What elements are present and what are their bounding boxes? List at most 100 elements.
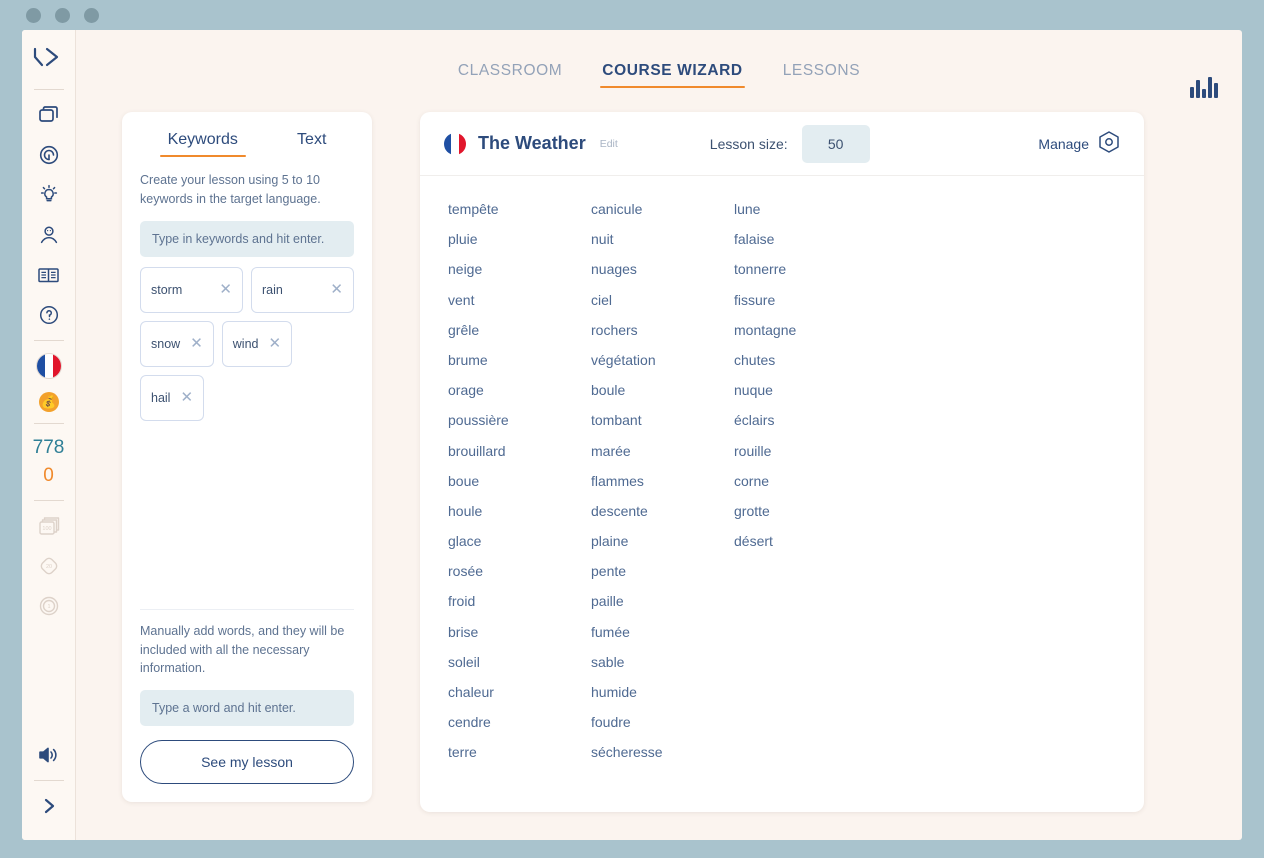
lesson-word[interactable]: brouillard [448, 443, 591, 474]
sound-toggle-button[interactable] [22, 735, 76, 775]
lesson-word[interactable]: tonnerre [734, 262, 877, 292]
logo-chevrons-icon[interactable] [22, 30, 76, 84]
lesson-word[interactable]: froid [448, 594, 591, 624]
lesson-word[interactable]: marée [591, 443, 734, 474]
window-maximize-dot[interactable] [84, 7, 99, 23]
lesson-word[interactable]: humide [591, 685, 734, 715]
lesson-word[interactable]: cendre [448, 715, 591, 745]
lesson-word[interactable]: descente [591, 504, 734, 534]
sidebar-item-cards[interactable] [22, 95, 76, 135]
lesson-word[interactable]: fumée [591, 625, 734, 655]
lesson-word[interactable]: vent [448, 293, 591, 323]
lesson-word[interactable]: montagne [734, 323, 877, 353]
lesson-word[interactable]: rosée [448, 564, 591, 594]
badge-20-icon[interactable]: 20 [22, 546, 76, 586]
sidebar-item-practice[interactable] [22, 135, 76, 175]
keyword-chip[interactable]: snow ✕ [140, 320, 214, 367]
keywords-helper-text: Create your lesson using 5 to 10 keyword… [140, 173, 321, 206]
see-my-lesson-button[interactable]: See my lesson [140, 740, 354, 784]
lesson-word[interactable]: pluie [448, 232, 591, 262]
close-icon[interactable]: ✕ [219, 282, 232, 297]
manual-helper-text: Manually add words, and they will be inc… [140, 623, 345, 676]
lesson-word[interactable]: neige [448, 262, 591, 292]
keyword-chip-label: hail [151, 390, 171, 405]
lesson-word[interactable]: ciel [591, 293, 734, 323]
sidebar-language-flag-icon[interactable] [22, 346, 76, 386]
lesson-word[interactable]: flammes [591, 474, 734, 504]
sidebar-coin-icon[interactable]: 💰 [22, 386, 76, 418]
close-icon[interactable]: ✕ [268, 336, 281, 351]
word-column-1: tempête pluie neige vent grêle brume orage pous… [448, 202, 591, 776]
lesson-word[interactable]: canicule [591, 202, 734, 232]
lesson-word[interactable]: grêle [448, 323, 591, 353]
lesson-size-input[interactable]: 50 [801, 124, 870, 163]
keyword-chip[interactable]: wind ✕ [221, 320, 293, 367]
lesson-word[interactable]: nuages [591, 262, 734, 292]
window-minimize-dot[interactable] [55, 7, 70, 23]
panel-tab-keywords[interactable]: Keywords [159, 130, 247, 158]
lesson-word[interactable]: éclairs [734, 413, 877, 443]
keyword-chip-label: rain [262, 282, 283, 297]
close-icon[interactable]: ✕ [180, 390, 193, 405]
manual-word-input[interactable]: Type a word and hit enter. [140, 690, 354, 726]
lesson-word[interactable]: tombant [591, 413, 734, 443]
lesson-word[interactable]: désert [734, 534, 877, 564]
keyword-input[interactable]: Type in keywords and hit enter. [140, 220, 354, 257]
lesson-word[interactable]: boue [448, 474, 591, 504]
lesson-word[interactable]: paille [591, 594, 734, 624]
hexagon-gear-icon [1098, 130, 1120, 157]
lesson-word[interactable]: fissure [734, 293, 877, 323]
sidebar-item-profile[interactable] [22, 215, 76, 255]
lesson-word[interactable]: tempête [448, 202, 591, 232]
keywords-section: Create your lesson using 5 to 10 keyword… [122, 157, 372, 257]
lesson-word[interactable]: nuit [591, 232, 734, 262]
lesson-word[interactable]: falaise [734, 232, 877, 262]
sidebar-item-help[interactable] [22, 295, 76, 335]
sidebar-item-library[interactable] [22, 255, 76, 295]
lesson-word[interactable]: corne [734, 474, 877, 504]
lesson-word[interactable]: grotte [734, 504, 877, 534]
lesson-word[interactable]: brise [448, 625, 591, 655]
close-icon[interactable]: ✕ [330, 282, 343, 297]
lesson-word[interactable]: nuque [734, 383, 877, 413]
bar-chart-icon[interactable] [1190, 76, 1218, 98]
lesson-word[interactable]: terre [448, 745, 591, 775]
tab-classroom[interactable]: CLASSROOM [456, 62, 564, 95]
lesson-word[interactable]: boule [591, 383, 734, 413]
lesson-word[interactable]: sécheresse [591, 745, 734, 775]
keyword-chip[interactable]: storm ✕ [140, 266, 243, 313]
word-column-2: canicule nuit nuages ciel rochers végétation b… [591, 202, 734, 776]
lesson-word[interactable]: chutes [734, 353, 877, 383]
lesson-word[interactable]: orage [448, 383, 591, 413]
keyword-chip[interactable]: rain ✕ [251, 266, 354, 313]
keyword-chip-label: wind [232, 336, 259, 351]
lesson-word[interactable]: pente [591, 564, 734, 594]
lesson-word[interactable]: végétation [591, 353, 734, 383]
lesson-word[interactable]: glace [448, 534, 591, 564]
lesson-word[interactable]: rouille [734, 443, 877, 474]
lesson-word[interactable]: brume [448, 353, 591, 383]
badge-1-icon[interactable]: 1 [22, 586, 76, 626]
lesson-word[interactable]: sable [591, 655, 734, 685]
lesson-word[interactable]: rochers [591, 323, 734, 353]
close-icon[interactable]: ✕ [190, 336, 203, 351]
coin-icon: 💰 [38, 392, 59, 412]
lesson-word[interactable]: soleil [448, 655, 591, 685]
keyword-chip[interactable]: hail ✕ [140, 374, 205, 421]
badge-100-icon[interactable]: 100 [22, 506, 76, 546]
tab-lessons[interactable]: LESSONS [781, 62, 862, 95]
lesson-word[interactable]: lune [734, 202, 877, 232]
tab-course-wizard[interactable]: COURSE WIZARD [600, 62, 746, 95]
window-close-dot[interactable] [26, 7, 41, 23]
lesson-word[interactable]: poussière [448, 413, 591, 443]
panel-tab-text[interactable]: Text [297, 130, 326, 157]
lesson-word[interactable]: houle [448, 504, 591, 534]
edit-title-link[interactable]: Edit [600, 138, 618, 150]
manage-button[interactable]: Manage [1038, 130, 1120, 157]
lesson-word[interactable]: chaleur [448, 685, 591, 715]
lesson-word[interactable]: plaine [591, 534, 734, 564]
sidebar-divider-3 [33, 423, 64, 424]
lesson-word[interactable]: foudre [591, 715, 734, 745]
chevron-right-icon[interactable] [22, 786, 76, 826]
sidebar-item-ideas[interactable] [22, 175, 76, 215]
